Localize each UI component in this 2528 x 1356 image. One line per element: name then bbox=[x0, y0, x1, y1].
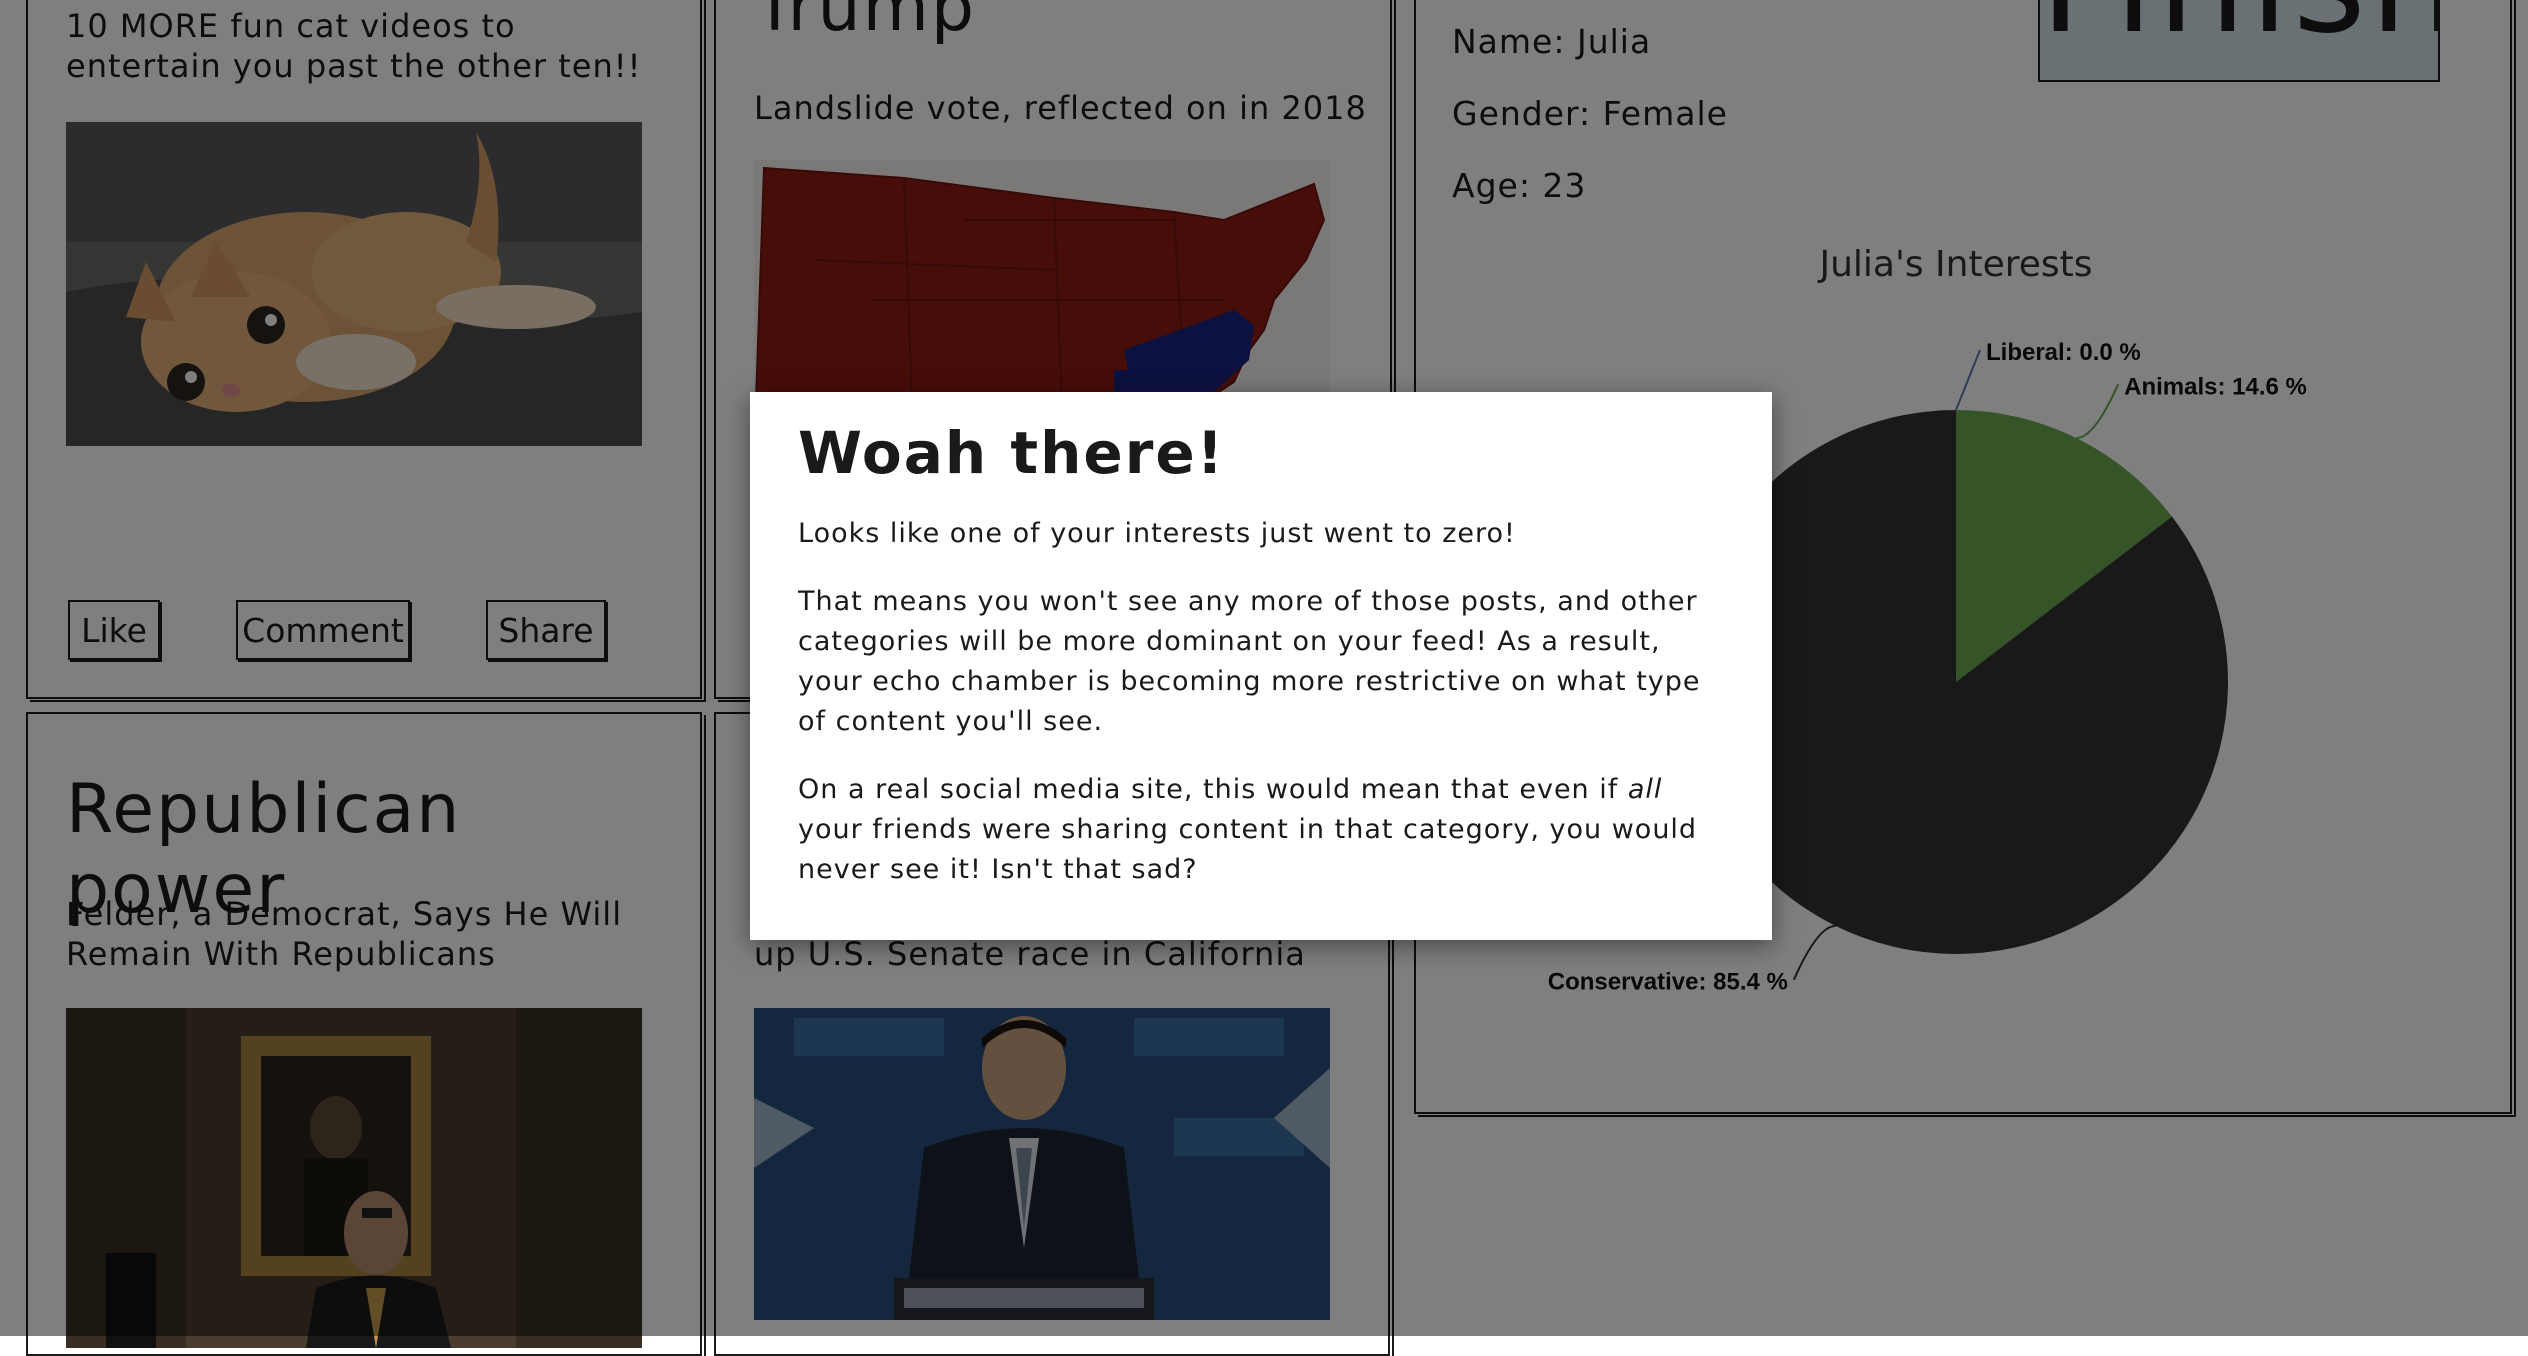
modal-message-3: On a real social media site, this would … bbox=[798, 770, 1712, 890]
interest-zero-modal: Woah there! Looks like one of your inter… bbox=[750, 392, 1772, 940]
modal-message-3-emphasis: all bbox=[1627, 774, 1663, 805]
modal-title: Woah there! bbox=[798, 419, 1226, 487]
modal-message-2: That means you won't see any more of tho… bbox=[798, 586, 1701, 737]
modal-message-1: Looks like one of your interests just we… bbox=[798, 518, 1516, 549]
modal-message-3-start: On a real social media site, this would … bbox=[798, 774, 1628, 805]
modal-message-3-end: your friends were sharing content in tha… bbox=[798, 814, 1698, 885]
